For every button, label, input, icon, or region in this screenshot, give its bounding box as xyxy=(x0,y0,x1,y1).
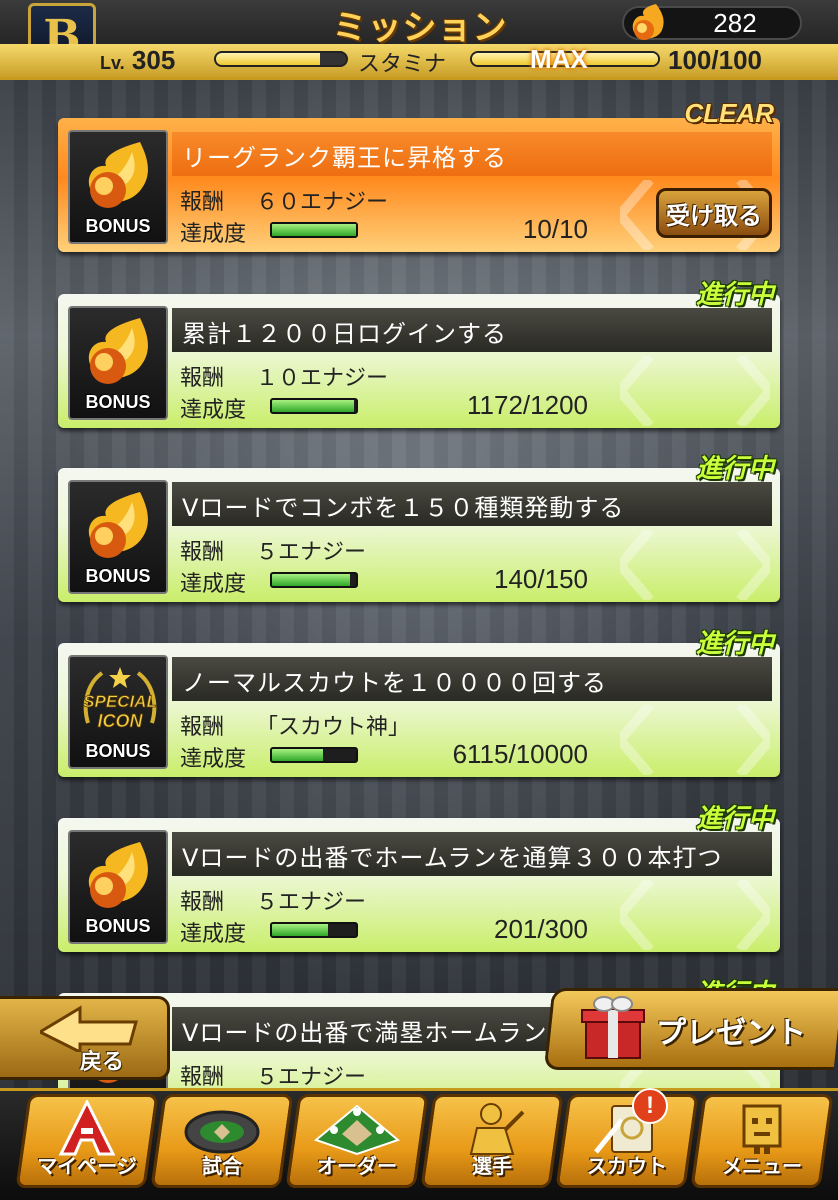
exp-bar-fill xyxy=(216,53,320,65)
player-icon xyxy=(427,1098,557,1158)
diamond-decoration-icon xyxy=(620,356,770,426)
gift-icon xyxy=(581,996,645,1059)
progress-label: 達成度 xyxy=(180,398,247,423)
mission-title: ノーマルスカウトを１００００回する xyxy=(182,669,607,697)
mission-card[interactable]: BONUS Vロードの出番でホームランを通算３００本打つ 報酬 ５エナジー 達成度 201… xyxy=(58,804,780,952)
mission-status-badge: 進行中 xyxy=(695,804,774,834)
stamina-value: 100/100 xyxy=(668,45,762,75)
back-label: 戻る xyxy=(80,1050,125,1075)
reward-label: 報酬 xyxy=(180,366,225,391)
mission-status-badge: 進行中 xyxy=(695,454,774,484)
mission-count: 6115/10000 xyxy=(452,739,588,769)
bonus-label: BONUS xyxy=(85,566,151,586)
energy-flame-icon xyxy=(88,318,148,384)
bonus-label: BONUS xyxy=(85,916,151,936)
mission-count: 1172/1200 xyxy=(467,390,588,420)
mission-card[interactable]: BONUS 累計１２００日ログインする 報酬 １０エナジー 達成度 1172/1200 進行… xyxy=(58,280,780,428)
mission-title: 累計１２００日ログインする xyxy=(182,320,507,348)
mission-progress-bar xyxy=(270,747,358,763)
bonus-label: BONUS xyxy=(85,392,151,412)
reward-label: 報酬 xyxy=(180,1065,225,1090)
present-label: プレゼント xyxy=(656,1016,806,1051)
mission-progress-bar xyxy=(270,922,358,938)
mission-card[interactable]: BONUS Vロードでコンボを１５０種類発動する 報酬 ５エナジー 達成度 140/150… xyxy=(58,454,780,602)
menu-icon xyxy=(697,1098,827,1158)
mission-count: 201/300 xyxy=(494,914,588,944)
bonus-label: BONUS xyxy=(85,216,151,236)
mission-count: 140/150 xyxy=(494,564,588,594)
diamond-decoration-icon xyxy=(620,880,770,950)
progress-label: 達成度 xyxy=(180,922,247,947)
reward-label: 報酬 xyxy=(180,715,225,740)
special-icon: SPECIALICON xyxy=(83,667,157,731)
energy-flame-icon xyxy=(632,4,664,40)
mission-reward: ５エナジー xyxy=(256,890,367,915)
scout-alert-badge: ! xyxy=(632,1088,668,1124)
nav-label: 選手 xyxy=(472,1154,512,1178)
nav-label: マイページ xyxy=(37,1154,137,1178)
nav-label: オーダー xyxy=(317,1154,397,1178)
mission-progress-bar xyxy=(270,222,358,238)
mission-progress-fill xyxy=(272,749,324,761)
mission-status-badge: CLEAR xyxy=(684,98,774,128)
progress-label: 達成度 xyxy=(180,222,247,247)
claim-reward-button[interactable]: 受け取る xyxy=(656,188,772,238)
stamina-max-badge: MAX xyxy=(530,44,588,74)
energy-count: 282 xyxy=(713,8,757,38)
level-prefix: Lv. xyxy=(100,53,125,73)
mission-progress-fill xyxy=(272,224,356,236)
progress-label: 達成度 xyxy=(180,747,247,772)
reward-label: 報酬 xyxy=(180,540,225,565)
mypage-a-icon xyxy=(22,1098,152,1158)
mission-status-badge: 進行中 xyxy=(695,280,774,310)
mission-title: リーグランク覇王に昇格する xyxy=(182,144,507,172)
diamond-decoration-icon xyxy=(620,705,770,775)
field-order-icon xyxy=(292,1098,422,1158)
page-title: ミッション xyxy=(332,8,508,48)
mission-progress-fill xyxy=(272,400,355,412)
mission-reward: 「スカウト神」 xyxy=(256,715,411,740)
mission-count: 10/10 xyxy=(522,214,588,244)
mission-title: Vロードの出番でホームランを通算３００本打つ xyxy=(182,844,723,872)
mission-status-badge: 進行中 xyxy=(695,629,774,659)
stamina-label: スタミナ xyxy=(358,52,447,77)
mission-progress-fill xyxy=(272,574,351,586)
level-value: 305 xyxy=(131,45,176,75)
mission-reward: ５エナジー xyxy=(256,540,367,565)
reward-label: 報酬 xyxy=(180,890,225,915)
progress-label: 達成度 xyxy=(180,572,247,597)
nav-label: スカウト xyxy=(587,1154,667,1178)
mission-reward: １０エナジー xyxy=(256,366,389,391)
reward-label: 報酬 xyxy=(180,190,225,215)
svg-text:ICON: ICON xyxy=(98,711,144,731)
exp-bar xyxy=(214,51,348,67)
nav-label: 試合 xyxy=(202,1154,242,1178)
diamond-decoration-icon xyxy=(620,530,770,600)
mission-reward: ６０エナジー xyxy=(256,190,389,215)
mission-card[interactable]: BONUS リーグランク覇王に昇格する 報酬 ６０エナジー 達成度 10/10 CLEAR 受… xyxy=(58,98,780,252)
energy-flame-icon xyxy=(88,492,148,558)
stadium-icon xyxy=(157,1098,287,1158)
svg-text:SPECIAL: SPECIAL xyxy=(83,692,157,711)
scout-icon xyxy=(562,1098,692,1158)
energy-flame-icon xyxy=(88,142,148,208)
level-display: Lv. 305 xyxy=(100,45,175,76)
mission-progress-bar xyxy=(270,398,358,414)
mission-card[interactable]: SPECIAL ICON BONUS ノーマルスカウトを１００００回する 報酬 「スカウト… xyxy=(58,629,780,777)
mission-progress-bar xyxy=(270,572,358,588)
nav-label: メニュー xyxy=(722,1154,802,1178)
bonus-label: BONUS xyxy=(85,741,151,761)
energy-flame-icon xyxy=(88,842,148,908)
mission-progress-fill xyxy=(272,924,329,936)
mission-reward: ５エナジー xyxy=(256,1065,367,1090)
mission-title: Vロードの出番で満塁ホームラン xyxy=(182,1019,548,1047)
mission-title: Vロードでコンボを１５０種類発動する xyxy=(182,494,625,522)
